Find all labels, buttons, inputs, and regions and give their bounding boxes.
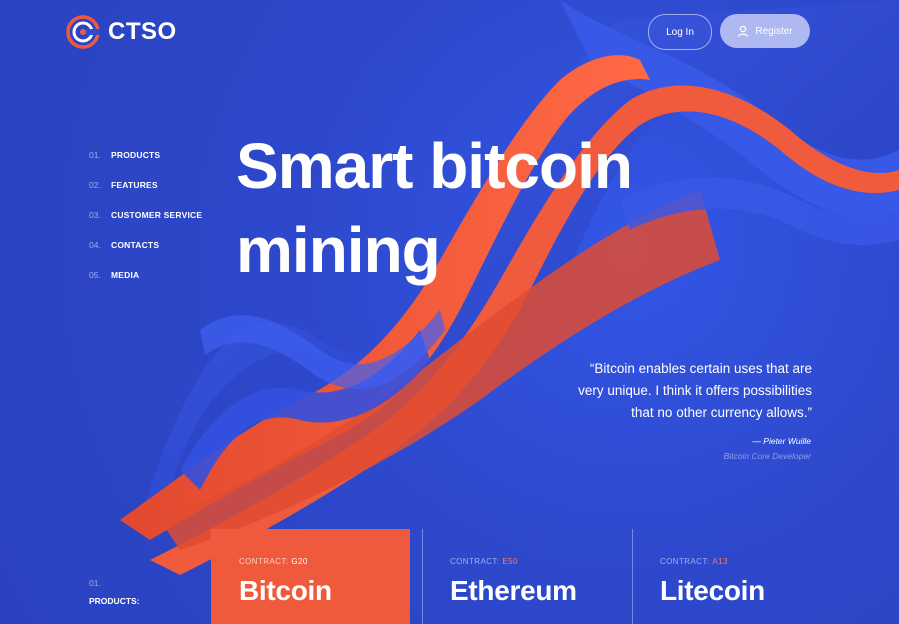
nav-item-products[interactable]: 01. PRODUCTS <box>89 148 202 162</box>
ctso-logo-icon <box>66 15 100 49</box>
nav-item-media[interactable]: 05. MEDIA <box>89 268 202 282</box>
contract-code: G20 <box>291 557 308 566</box>
card-divider <box>422 529 423 624</box>
contract-prefix: CONTRACT: <box>239 557 289 566</box>
card-divider <box>632 529 633 624</box>
products-section-title: PRODUCTS: <box>89 596 140 606</box>
side-nav: 01. PRODUCTS 02. FEATURES 03. CUSTOMER S… <box>89 148 202 282</box>
contract-prefix: CONTRACT: <box>450 557 500 566</box>
contract-prefix: CONTRACT: <box>660 557 710 566</box>
hero-title: Smart bitcoin mining <box>236 124 756 292</box>
nav-item-features[interactable]: 02. FEATURES <box>89 178 202 192</box>
nav-item-label: PRODUCTS <box>111 149 161 160</box>
contract-code: E50 <box>502 557 518 566</box>
nav-item-number: 04. <box>89 239 101 250</box>
register-label: Register <box>755 25 793 37</box>
brand-name: CTSO <box>108 18 177 45</box>
quote-line-3: that no other currency allows.” <box>631 405 812 420</box>
nav-item-number: 05. <box>89 269 101 280</box>
product-card-ethereum[interactable]: CONTRACT: E50 Ethereum <box>422 529 620 624</box>
nav-item-label: MEDIA <box>111 269 140 280</box>
login-button[interactable]: Log In <box>648 14 712 50</box>
quote-author-role: Bitcoin Core Developer <box>723 451 811 461</box>
quote-line-1: “Bitcoin enables certain uses that are <box>589 361 812 376</box>
coin-name: Litecoin <box>660 575 765 606</box>
nav-item-number: 01. <box>89 149 101 160</box>
products-section-label: 01. PRODUCTS: <box>89 578 140 606</box>
contract-label: CONTRACT: E50 <box>450 557 518 566</box>
nav-item-number: 03. <box>89 209 101 220</box>
hero-title-line-2: mining <box>236 214 441 286</box>
coin-name: Ethereum <box>450 575 577 606</box>
coin-name: Bitcoin <box>239 575 332 606</box>
nav-item-label: CONTACTS <box>111 239 160 250</box>
nav-item-label: CUSTOMER SERVICE <box>111 209 203 220</box>
quote-author: — Pieter Wuille <box>752 436 811 446</box>
contract-code: A13 <box>712 557 728 566</box>
quote-line-2: very unique. I think it offers possibili… <box>578 383 812 398</box>
products-section-number: 01. <box>89 578 101 588</box>
nav-item-number: 02. <box>89 179 101 190</box>
nav-item-contacts[interactable]: 04. CONTACTS <box>89 238 202 252</box>
contract-label: CONTRACT: G20 <box>239 557 308 566</box>
logo[interactable]: CTSO <box>66 14 177 50</box>
site-header: CTSO Log In Register <box>66 14 846 50</box>
contract-label: CONTRACT: A13 <box>660 557 728 566</box>
product-card-bitcoin[interactable]: CONTRACT: G20 Bitcoin <box>211 529 410 624</box>
nav-item-customer-service[interactable]: 03. CUSTOMER SERVICE <box>89 208 202 222</box>
product-card-litecoin[interactable]: CONTRACT: A13 Litecoin <box>632 529 832 624</box>
user-icon <box>738 25 749 37</box>
testimonial-quote: “Bitcoin enables certain uses that are v… <box>520 358 812 424</box>
nav-item-label: FEATURES <box>111 179 158 190</box>
landing-page: CTSO Log In Register 01. PRODUCTS 02. FE… <box>0 0 899 624</box>
register-button[interactable]: Register <box>720 14 810 48</box>
hero-title-line-1: Smart bitcoin <box>236 130 633 202</box>
